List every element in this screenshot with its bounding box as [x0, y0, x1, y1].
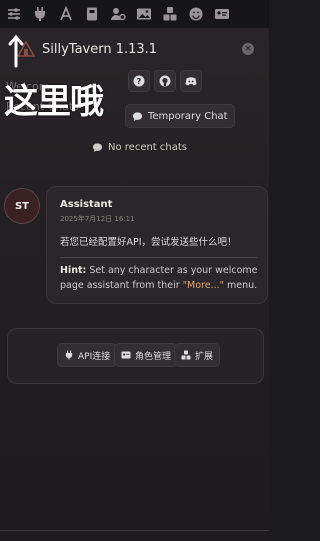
github-button[interactable] — [154, 70, 176, 92]
no-recent-chats-label: No recent chats — [108, 142, 188, 153]
github-icon — [159, 75, 171, 87]
message-body: 若您已经配置好API，尝试发送些什么吧！ — [60, 237, 237, 248]
cubes-icon — [181, 350, 191, 360]
character-management-label: 角色管理 — [135, 351, 172, 362]
plug-icon — [65, 350, 73, 360]
font-icon[interactable] — [54, 0, 78, 28]
api-connection-button[interactable]: API连接 — [57, 343, 118, 367]
message-divider — [60, 257, 257, 258]
chat-bubble-icon — [132, 111, 143, 121]
book-icon[interactable] — [80, 0, 104, 28]
extensions-button[interactable]: 扩展 — [174, 343, 221, 367]
id-card-icon — [121, 351, 131, 359]
message-hint: Hint: Set any character as your welcome … — [60, 263, 260, 293]
cubes-icon[interactable] — [158, 0, 182, 28]
temporary-chat-label: Temporary Chat — [148, 110, 228, 122]
assistant-message: Assistant 2025年7月12日 16:11 若您已经配置好API，尝试… — [46, 186, 268, 304]
sliders-icon[interactable] — [2, 0, 26, 28]
annotation-label: 这里哦 — [4, 82, 104, 122]
user-gear-icon[interactable] — [106, 0, 130, 28]
character-management-button[interactable]: 角色管理 — [114, 343, 179, 367]
hint-tail: menu. — [224, 280, 258, 291]
quick-actions-panel: API连接 角色管理 扩展 — [7, 328, 264, 384]
close-button[interactable]: × — [242, 43, 254, 55]
extensions-label: 扩展 — [195, 351, 214, 362]
avatar-text: ST — [14, 200, 30, 212]
chat-bubble-icon — [92, 143, 103, 152]
image-icon[interactable] — [132, 0, 156, 28]
bottom-divider — [0, 530, 269, 531]
message-timestamp: 2025年7月12日 16:11 — [60, 215, 135, 223]
discord-button[interactable] — [180, 70, 202, 92]
question-icon: ? — [133, 75, 145, 87]
message-author: Assistant — [60, 199, 113, 210]
temporary-chat-button[interactable]: Temporary Chat — [125, 104, 235, 128]
discord-icon — [185, 77, 197, 86]
id-card-icon[interactable] — [210, 0, 234, 28]
svg-text:?: ? — [137, 77, 142, 86]
help-button[interactable]: ? — [128, 70, 150, 92]
assistant-avatar[interactable]: ST — [4, 188, 40, 224]
smile-icon[interactable] — [184, 0, 208, 28]
top-toolbar — [0, 0, 269, 28]
app-title: SillyTavern 1.13.1 — [42, 42, 158, 57]
more-menu-link[interactable]: "More..." — [183, 280, 224, 291]
hint-label: Hint: — [60, 265, 87, 276]
api-connection-label: API连接 — [78, 351, 111, 362]
plug-icon[interactable] — [28, 0, 52, 28]
up-arrow-annotation — [8, 34, 24, 68]
no-recent-chats: No recent chats — [92, 142, 187, 153]
